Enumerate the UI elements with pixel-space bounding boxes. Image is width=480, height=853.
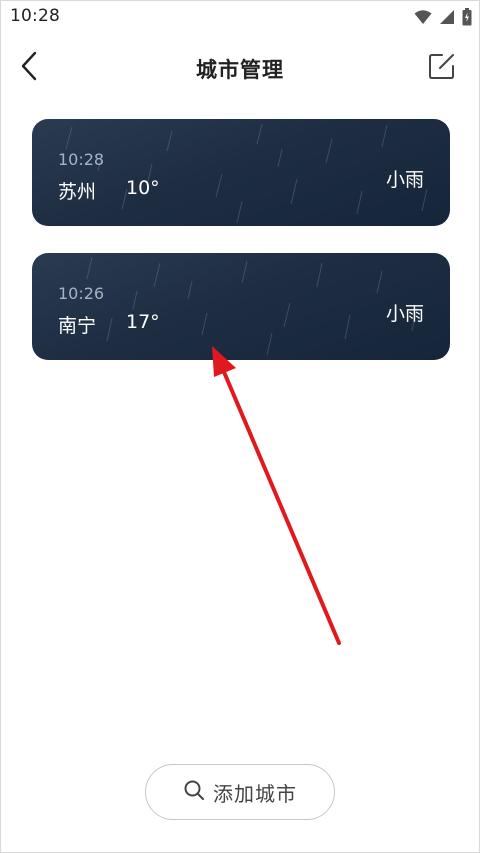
city-card-suzhou[interactable]: 10:28 苏州 10° 小雨 [32, 119, 450, 226]
add-city-button[interactable]: 添加城市 [145, 764, 335, 820]
status-icons [414, 7, 472, 27]
city-update-time: 10:28 [58, 150, 105, 169]
city-weather: 小雨 [385, 303, 424, 325]
battery-icon [462, 8, 472, 26]
edit-icon [428, 52, 456, 84]
status-time: 10:28 [10, 6, 60, 26]
status-bar: 10:28 [0, 0, 480, 34]
city-name: 苏州 [58, 181, 97, 203]
city-temperature: 10° [126, 177, 160, 199]
page-title: 城市管理 [196, 58, 284, 82]
add-city-label: 添加城市 [213, 781, 297, 806]
wifi-icon [414, 9, 432, 25]
city-name: 南宁 [58, 315, 97, 337]
header-bar: 城市管理 [0, 38, 480, 98]
city-update-time: 10:26 [58, 284, 105, 303]
edit-button[interactable] [424, 50, 460, 86]
city-weather: 小雨 [385, 169, 424, 191]
signal-icon [439, 9, 455, 25]
search-icon [183, 779, 205, 805]
city-card-nanning[interactable]: 10:26 南宁 17° 小雨 [32, 253, 450, 360]
city-temperature: 17° [126, 311, 160, 333]
